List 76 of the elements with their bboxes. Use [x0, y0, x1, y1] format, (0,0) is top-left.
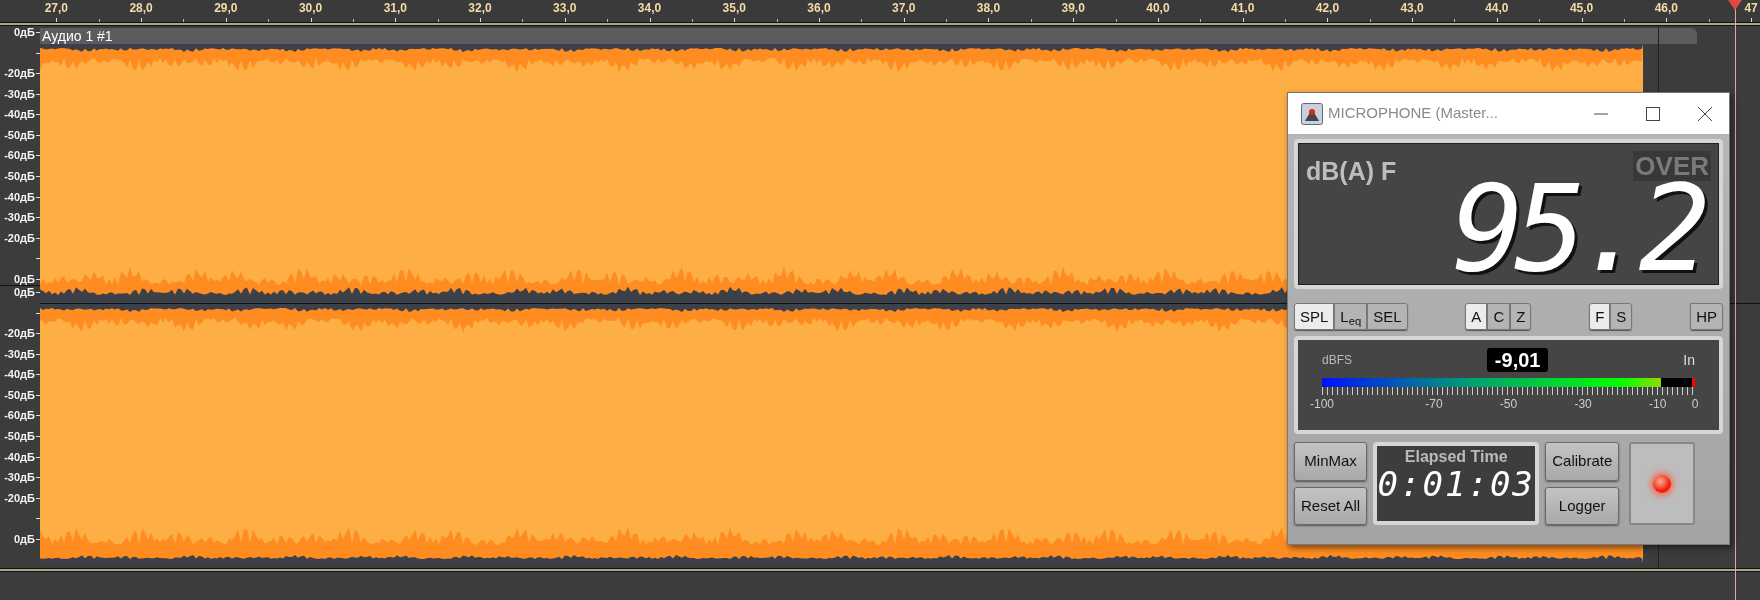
scale-label: -30дБ	[0, 211, 40, 224]
scale-label: -30	[1574, 396, 1592, 413]
ruler-label: 37,0	[861, 0, 947, 22]
scale-label: -50	[1499, 396, 1518, 413]
scale-label: 0дБ	[0, 286, 40, 298]
track-title: Аудио 1 #1	[40, 28, 1697, 44]
control-button[interactable]: MinMax	[1294, 442, 1368, 481]
scale-label: -40дБ	[0, 190, 40, 203]
scale-label: -50дБ	[0, 388, 40, 401]
ruler-label: 29,0	[183, 0, 269, 22]
scale-label: -100	[1310, 396, 1334, 413]
scale-label: -30дБ	[0, 471, 40, 484]
level-reading: 95.2	[1452, 181, 1701, 277]
scale-label: 0	[1691, 396, 1699, 413]
ruler-label: 28,0	[98, 0, 184, 22]
close-icon[interactable]	[1697, 105, 1713, 122]
scale-label: -40дБ	[0, 368, 40, 381]
ruler-label: 35,0	[691, 0, 777, 22]
scale-label: -30дБ	[0, 347, 40, 360]
control-button[interactable]: Reset All	[1294, 486, 1368, 525]
mode-button[interactable]: F	[1589, 303, 1611, 330]
scale-label: -40дБ	[0, 450, 40, 463]
ruler-label: 46,0	[1623, 0, 1709, 22]
scale-label: 0дБ	[0, 26, 40, 38]
scale-label: 0дБ	[0, 532, 40, 545]
scale-label: -20дБ	[0, 491, 40, 504]
playhead-marker-icon[interactable]	[1728, 0, 1742, 10]
ruler-label: 36,0	[776, 0, 862, 22]
scale-label: 0дБ	[0, 272, 40, 285]
scale-label: -20дБ	[0, 231, 40, 244]
maximize-icon[interactable]	[1645, 105, 1661, 122]
level-value: -9,01	[1486, 348, 1549, 372]
ruler-label: 40,0	[1115, 0, 1201, 22]
scale-label: -60дБ	[0, 149, 40, 162]
mode-button[interactable]: SEL	[1367, 303, 1408, 330]
mode-button[interactable]: HP	[1690, 303, 1723, 330]
ruler-label: 31,0	[352, 0, 438, 22]
ruler-label: 33,0	[522, 0, 608, 22]
control-button[interactable]: Logger	[1545, 486, 1620, 525]
weighting-label: dB(A) F	[1306, 156, 1397, 187]
scale-label: -20дБ	[0, 327, 40, 340]
input-label: In	[1683, 350, 1695, 370]
elapsed-time-label: Elapsed Time	[1403, 448, 1509, 466]
ruler-label: 34,0	[607, 0, 692, 22]
unit-label: dBFS	[1322, 352, 1352, 369]
over-indicator: OVER	[1633, 151, 1711, 181]
scale-label: -30дБ	[0, 87, 40, 100]
ruler-label: 30,0	[268, 0, 353, 22]
control-button[interactable]: Calibrate	[1545, 442, 1620, 481]
ruler-label: 27,0	[14, 0, 99, 22]
ruler-label: 39,0	[1030, 0, 1116, 22]
ruler-label: 42,0	[1285, 0, 1370, 22]
ruler-label: 32,0	[437, 0, 523, 22]
scale-label: -20дБ	[0, 67, 40, 80]
record-button[interactable]	[1629, 442, 1696, 525]
scale-label: -60дБ	[0, 409, 40, 422]
ruler-label: 38,0	[946, 0, 1031, 22]
app-icon	[1301, 102, 1323, 125]
mode-button[interactable]: SPL	[1294, 303, 1335, 330]
elapsed-time-value: 0:01:03	[1377, 466, 1536, 502]
mode-button[interactable]: A	[1465, 303, 1488, 330]
ruler-label: 45,0	[1539, 0, 1624, 22]
ruler-label: 43,0	[1369, 0, 1455, 22]
scale-label: -50дБ	[0, 128, 40, 141]
mode-button[interactable]: Z	[1510, 303, 1532, 330]
mode-button[interactable]: L$_{eq}$	[1334, 303, 1368, 330]
scale-label: -70	[1425, 396, 1443, 413]
mode-button[interactable]: S	[1610, 303, 1633, 330]
mode-button[interactable]: C	[1487, 303, 1511, 330]
ruler-label: 44,0	[1454, 0, 1540, 22]
scale-label: -10	[1649, 396, 1667, 413]
ruler-label: 41,0	[1200, 0, 1285, 22]
scale-label: -50дБ	[0, 170, 40, 183]
scale-label: -40дБ	[0, 108, 40, 121]
window-title: MICROPHONE (Master...	[1328, 103, 1499, 124]
scale-label: -50дБ	[0, 430, 40, 443]
